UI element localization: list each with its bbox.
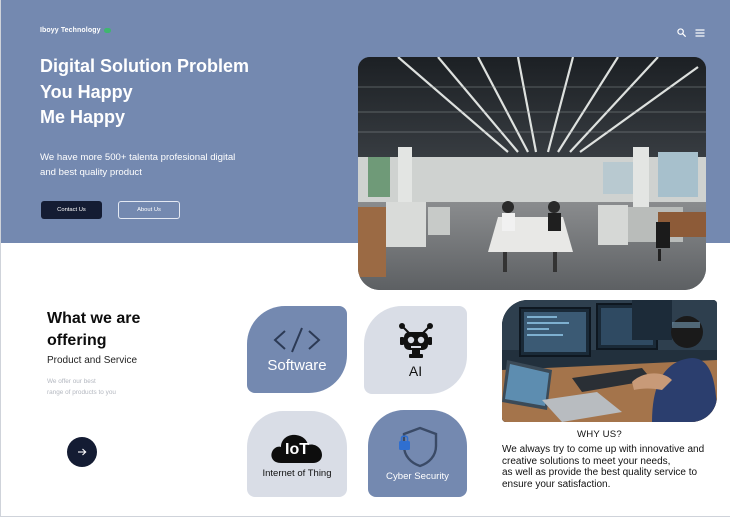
- landing-page: Iboyy Technology Digital Solution Proble…: [0, 0, 730, 517]
- code-brackets-icon: [273, 327, 321, 353]
- about-us-button[interactable]: About Us: [118, 201, 180, 219]
- brand-badge-icon: [103, 28, 111, 33]
- hero-title-line: Digital Solution Problem: [40, 56, 250, 76]
- brand-name: Iboyy Technology: [40, 27, 101, 34]
- service-card-iot[interactable]: IoT Internet of Thing: [247, 411, 347, 497]
- top-icons: [676, 27, 705, 38]
- offering-title: What we are offering: [47, 308, 187, 352]
- hamburger-menu-icon[interactable]: [694, 27, 705, 38]
- hero-title-line: Me Happy: [40, 107, 126, 127]
- offering-title-line: offering: [47, 332, 107, 349]
- shield-lock-icon: [398, 426, 437, 467]
- next-arrow-button[interactable]: [67, 437, 97, 467]
- office-photo: [358, 57, 706, 290]
- why-us-text: We always try to come up with innovative…: [502, 444, 728, 490]
- offering-subtitle: Product and Service: [47, 355, 138, 366]
- why-us-title: WHY US?: [577, 429, 622, 440]
- hero-subtitle: We have more 500+ talenta profesional di…: [40, 150, 270, 180]
- service-card-label: Internet of Thing: [262, 467, 332, 479]
- offering-title-line: What we are: [47, 310, 141, 327]
- hero-subtitle-line: We have more 500+ talenta profesional di…: [40, 152, 236, 163]
- search-icon[interactable]: [676, 27, 687, 38]
- service-card-ai[interactable]: AI: [364, 306, 467, 394]
- why-us-line: ensure your satisfaction.: [502, 478, 611, 490]
- robot-icon: [398, 323, 433, 358]
- hero-title: Digital Solution Problem You Happy Me Ha…: [40, 54, 340, 131]
- iot-cloud-icon: IoT: [269, 430, 325, 464]
- service-card-software[interactable]: Software: [247, 306, 347, 393]
- service-card-label: Software: [267, 357, 327, 374]
- offering-description-line: range of products to you: [47, 389, 116, 396]
- service-card-label: AI: [408, 363, 423, 379]
- hero-subtitle-line: and best quality product: [40, 167, 142, 178]
- service-card-label: Cyber Security: [386, 470, 449, 482]
- why-us-line: as well as provide the best quality serv…: [502, 467, 698, 478]
- offering-description-line: We offer our best: [47, 378, 96, 385]
- arrow-right-icon: [78, 448, 87, 456]
- developer-photo: [502, 300, 717, 422]
- contact-us-button[interactable]: Contact Us: [41, 201, 102, 219]
- brand[interactable]: Iboyy Technology: [40, 27, 111, 34]
- service-card-cyber-security[interactable]: Cyber Security: [368, 410, 467, 497]
- hero-title-line: You Happy: [40, 81, 133, 102]
- iot-icon-text: IoT: [285, 440, 309, 458]
- why-us-line: creative solutions to meet your needs,: [502, 455, 671, 467]
- why-us-line: We always try to come up with innovative…: [502, 444, 705, 455]
- offering-description: We offer our best range of products to y…: [47, 376, 157, 398]
